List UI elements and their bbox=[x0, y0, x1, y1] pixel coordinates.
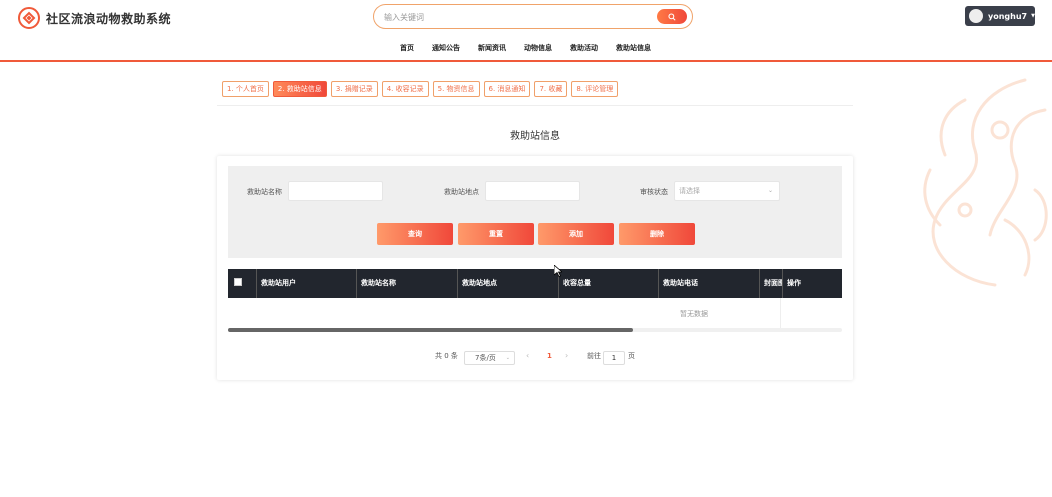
delete-button[interactable]: 删除 bbox=[619, 223, 695, 245]
jump-suffix: 页 bbox=[628, 352, 635, 360]
filter-panel: 救助站名称 救助站地点 审核状态 请选择 ⌄ 查询 重置 添加 删除 bbox=[228, 166, 842, 258]
column-header[interactable]: 救助站地点 bbox=[457, 269, 558, 298]
fixed-action-column bbox=[780, 298, 842, 332]
tab-favorites[interactable]: 7. 收藏 bbox=[534, 81, 568, 97]
tab-personal-home[interactable]: 1. 个人首页 bbox=[222, 81, 269, 97]
horizontal-scrollbar[interactable] bbox=[228, 328, 842, 332]
tab-station-info[interactable]: 2. 救助站信息 bbox=[272, 81, 327, 97]
tab-shelter-records[interactable]: 4. 收容记录 bbox=[381, 81, 429, 97]
column-header[interactable]: 救助站用户 bbox=[256, 269, 356, 298]
logo-icon bbox=[18, 7, 40, 29]
page-size-value: 7条/页 bbox=[475, 354, 496, 362]
user-menu[interactable]: yonghu7 ▼ bbox=[965, 6, 1035, 26]
station-name-label: 救助站名称 bbox=[247, 188, 282, 196]
pagination-total: 共 0 条 bbox=[435, 352, 458, 360]
nav-item-news[interactable]: 新闻资讯 bbox=[478, 43, 506, 53]
select-all-checkbox[interactable] bbox=[234, 278, 242, 286]
search-button[interactable] bbox=[657, 9, 687, 24]
review-status-label: 审核状态 bbox=[640, 188, 668, 196]
user-name: yonghu7 bbox=[988, 11, 1028, 21]
column-header[interactable]: 救助站名称 bbox=[356, 269, 457, 298]
review-status-select[interactable]: 请选择 ⌄ bbox=[674, 181, 780, 201]
add-button[interactable]: 添加 bbox=[538, 223, 614, 245]
app-title: 社区流浪动物救助系统 bbox=[46, 11, 172, 26]
next-page-icon[interactable]: › bbox=[565, 351, 568, 360]
table-header: 救助站用户 救助站名称 救助站地点 收容总量 救助站电话 封面图 操作 bbox=[228, 269, 842, 298]
nav-item-activities[interactable]: 救助活动 bbox=[570, 43, 598, 53]
page-number[interactable]: 1 bbox=[547, 352, 552, 360]
tab-messages[interactable]: 6. 消息通知 bbox=[483, 81, 531, 97]
center-tabs: 1. 个人首页 2. 救助站信息 3. 捐赠记录 4. 收容记录 5. 物资信息… bbox=[222, 81, 622, 97]
dragon-decoration bbox=[923, 78, 1048, 287]
review-status-placeholder: 请选择 bbox=[679, 187, 700, 195]
column-header[interactable]: 收容总量 bbox=[558, 269, 658, 298]
search-bar bbox=[373, 4, 693, 29]
nav-item-home[interactable]: 首页 bbox=[400, 43, 414, 53]
main-nav: 首页 通知公告 新闻资讯 动物信息 救助活动 救助站信息 bbox=[400, 43, 669, 53]
mouse-cursor-icon bbox=[554, 265, 562, 277]
chevron-down-icon: ⌄ bbox=[767, 187, 773, 194]
chevron-down-icon: ⌄ bbox=[505, 355, 510, 361]
nav-item-animals[interactable]: 动物信息 bbox=[524, 43, 552, 53]
search-input[interactable] bbox=[384, 10, 644, 24]
reset-button[interactable]: 重置 bbox=[458, 223, 534, 245]
page-title: 救助站信息 bbox=[510, 131, 560, 142]
prev-page-icon[interactable]: ‹ bbox=[526, 351, 529, 360]
nav-item-notices[interactable]: 通知公告 bbox=[432, 43, 460, 53]
content-card: 救助站名称 救助站地点 审核状态 请选择 ⌄ 查询 重置 添加 删除 救助站用户… bbox=[217, 156, 853, 380]
column-header[interactable]: 救助站电话 bbox=[658, 269, 759, 298]
search-icon bbox=[668, 12, 676, 21]
tab-supplies[interactable]: 5. 物资信息 bbox=[432, 81, 480, 97]
caret-down-icon: ▼ bbox=[1031, 13, 1035, 19]
nav-item-stations[interactable]: 救助站信息 bbox=[616, 43, 651, 53]
station-location-input[interactable] bbox=[485, 181, 580, 201]
empty-state: 暂无数据 bbox=[680, 310, 708, 318]
page-size-select[interactable]: 7条/页 ⌄ bbox=[464, 351, 515, 365]
avatar bbox=[969, 9, 983, 23]
divider bbox=[217, 105, 853, 106]
station-location-label: 救助站地点 bbox=[444, 188, 479, 196]
station-name-input[interactable] bbox=[288, 181, 383, 201]
logo[interactable]: 社区流浪动物救助系统 bbox=[18, 7, 171, 29]
scrollbar-thumb[interactable] bbox=[228, 328, 633, 332]
query-button[interactable]: 查询 bbox=[377, 223, 453, 245]
column-header: 操作 bbox=[782, 269, 842, 298]
tab-donation-records[interactable]: 3. 捐赠记录 bbox=[330, 81, 378, 97]
header: 社区流浪动物救助系统 yonghu7 ▼ 首页 通知公告 新闻资讯 动物信息 救… bbox=[0, 0, 1052, 62]
jump-page-input[interactable]: 1 bbox=[603, 351, 625, 365]
tab-comments[interactable]: 8. 评论管理 bbox=[571, 81, 619, 97]
jump-prefix: 前往 bbox=[587, 352, 601, 360]
